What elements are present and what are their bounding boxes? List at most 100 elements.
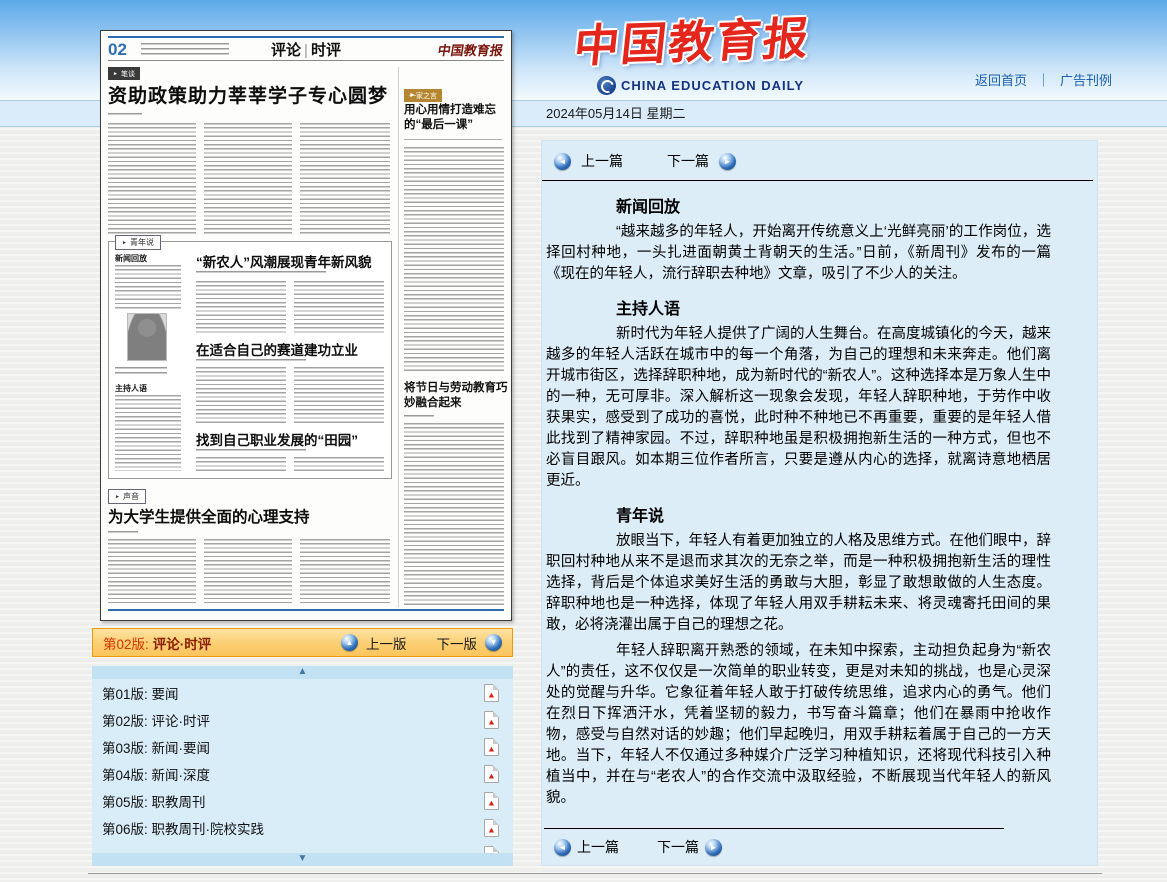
edition-bar: 第02版: 评论·时评 ▲ 上一版 下一版 ▼ bbox=[92, 628, 513, 657]
edition-list-item[interactable]: 第05版: 职教周刊 ▲ bbox=[92, 787, 513, 814]
column-tag-main: ► 笔谈 bbox=[108, 67, 140, 80]
site-logo-subtitle: CHINA EDUCATION DAILY bbox=[621, 78, 804, 93]
next-article-link[interactable]: 下一篇 bbox=[667, 151, 709, 171]
column-tag-main-label: 笔谈 bbox=[121, 69, 135, 79]
scroll-down-strip[interactable]: ▼ bbox=[92, 853, 513, 866]
byline-text-block bbox=[196, 271, 326, 275]
edition-list-item[interactable]: 第06版: 职教周刊·院校实践 ▲ bbox=[92, 814, 513, 841]
quote-text-block bbox=[115, 265, 181, 309]
next-edition-icon[interactable]: ▼ bbox=[485, 634, 502, 651]
site-logo-title: 中国教育报 bbox=[571, 2, 799, 75]
edition-number: 第02版: bbox=[103, 633, 149, 653]
body-text-block bbox=[294, 281, 384, 333]
paper-issue-info-text-block bbox=[141, 43, 229, 56]
edition-list-label[interactable]: 第02版: 评论·时评 bbox=[102, 710, 210, 730]
edition-list-label[interactable]: 第04版: 新闻·深度 bbox=[102, 764, 210, 784]
paper-section-left: 评论 bbox=[271, 42, 301, 59]
article-body: 新闻回放 “越来越多的年轻人，开始离开传统意义上‘光鲜亮丽’的工作岗位，选择回村… bbox=[542, 181, 1097, 809]
article-section-title: 新闻回放 bbox=[616, 193, 1051, 217]
article-nav-bottom: ◄ 上一篇 下一篇 ► bbox=[554, 837, 722, 857]
edition-list-label[interactable]: 第01版: 要闻 bbox=[102, 683, 179, 703]
next-edition-link[interactable]: 下一版 bbox=[437, 633, 478, 653]
body-text-block bbox=[300, 123, 390, 235]
edition-list-item[interactable]: 第01版: 要闻 ▲ bbox=[92, 679, 513, 706]
paper-section-title: 评论|时评 bbox=[231, 39, 381, 60]
pdf-icon[interactable]: ▲ bbox=[484, 684, 499, 702]
next-article-icon[interactable]: ► bbox=[705, 839, 722, 856]
column-tag-youth-label: 青年说 bbox=[130, 237, 154, 248]
host-label: 主持人语 bbox=[115, 383, 147, 394]
paper-top-rule bbox=[108, 36, 504, 38]
body-text-block bbox=[196, 457, 286, 473]
paper-section-right: 时评 bbox=[311, 42, 341, 59]
byline-text-block bbox=[196, 449, 306, 453]
scroll-down-icon: ▼ bbox=[298, 853, 308, 864]
youth-headline-1: “新农人”风潮展现青年新风貌 bbox=[196, 251, 388, 271]
pdf-icon[interactable]: ▲ bbox=[484, 711, 499, 729]
article-paragraph: 放眼当下，年轻人有着更加独立的人格及思维方式。在他们眼中，辞职回村种地从来不是退… bbox=[546, 531, 1051, 636]
next-article-link[interactable]: 下一篇 bbox=[657, 837, 699, 857]
article-section-title: 青年说 bbox=[616, 502, 1051, 526]
edition-list-label[interactable]: 第05版: 职教周刊 bbox=[102, 791, 206, 811]
page-bottom-rule bbox=[88, 873, 1102, 874]
scroll-up-icon: ▲ bbox=[298, 666, 308, 677]
tag-arrow-icon: ► bbox=[115, 494, 120, 500]
edition-list-item[interactable]: 第02版: 评论·时评 ▲ bbox=[92, 706, 513, 733]
edition-list-label[interactable]: 第06版: 职教周刊·院校实践 bbox=[102, 818, 264, 838]
column-tag-youth: ► 青年说 bbox=[115, 235, 161, 250]
byline-text-block bbox=[196, 359, 306, 363]
body-text-block bbox=[196, 367, 286, 423]
body-text-block bbox=[108, 123, 196, 235]
column-divider bbox=[398, 67, 399, 607]
prev-article-link[interactable]: 上一篇 bbox=[577, 837, 619, 857]
column-tag-voice: ► 声音 bbox=[108, 489, 146, 504]
edition-list-label[interactable]: 第03版: 新闻·要闻 bbox=[102, 737, 210, 757]
paper-headline-opinion2: 将节日与劳动教育巧妙融合起来 bbox=[404, 381, 508, 411]
header-links: 返回首页 ｜ 广告刊例 bbox=[975, 70, 1112, 89]
tag-arrow-icon: ► bbox=[122, 240, 127, 246]
ad-rates-link[interactable]: 广告刊例 bbox=[1060, 70, 1112, 89]
edition-list-item[interactable]: 第03版: 新闻·要闻 ▲ bbox=[92, 733, 513, 760]
youth-headline-2: 在适合自己的赛道建功立业 bbox=[196, 339, 388, 359]
body-text-block bbox=[108, 539, 196, 603]
author-name-text-block bbox=[115, 367, 167, 376]
paper-section-separator: | bbox=[301, 42, 311, 59]
prev-article-icon[interactable]: ◄ bbox=[554, 839, 571, 856]
site-logo: 中国教育报 CHINA EDUCATION DAILY bbox=[575, 6, 795, 95]
edition-list-item[interactable]: 第04版: 新闻·深度 ▲ bbox=[92, 760, 513, 787]
news-replay-label: 新闻回放 bbox=[115, 253, 147, 264]
article-nav-top: ◄ 上一篇 下一篇 ► bbox=[542, 141, 1097, 171]
pdf-icon[interactable]: ▲ bbox=[484, 738, 499, 756]
body-text-block bbox=[204, 539, 292, 603]
body-text-block bbox=[115, 395, 181, 471]
next-article-icon[interactable]: ► bbox=[719, 153, 736, 170]
prev-article-icon[interactable]: ◄ bbox=[554, 153, 571, 170]
home-link[interactable]: 返回首页 bbox=[975, 70, 1027, 89]
prev-article-link[interactable]: 上一篇 bbox=[581, 151, 623, 171]
paper-header-rule bbox=[108, 60, 504, 61]
byline-text-block bbox=[108, 113, 142, 118]
pdf-icon[interactable]: ▲ bbox=[484, 819, 499, 837]
body-text-block bbox=[196, 281, 286, 333]
paper-headline-main: 资助政策助力莘莘学子专心圆梦 bbox=[108, 81, 398, 108]
body-text-block bbox=[204, 123, 292, 235]
prev-edition-icon[interactable]: ▲ bbox=[341, 634, 358, 651]
paper-headline-opinion: 用心用情打造难忘的“最后一课” bbox=[404, 103, 508, 133]
column-tag-voice-label: 声音 bbox=[123, 491, 139, 502]
prev-edition-link[interactable]: 上一版 bbox=[366, 633, 407, 653]
logo-globe-icon bbox=[597, 76, 616, 95]
body-text-block bbox=[294, 457, 384, 473]
edition-name: 评论·时评 bbox=[153, 633, 212, 653]
article-section-title: 主持人语 bbox=[616, 295, 1051, 319]
body-text-block bbox=[300, 539, 390, 603]
body-text-block bbox=[404, 147, 504, 373]
pdf-icon[interactable]: ▲ bbox=[484, 765, 499, 783]
pdf-icon[interactable]: ▲ bbox=[484, 792, 499, 810]
body-text-block bbox=[404, 423, 504, 605]
tag-arrow-icon: ► bbox=[409, 92, 416, 99]
paper-bottom-rule bbox=[108, 609, 504, 611]
newspaper-page-preview[interactable]: 02 评论|时评 中国教育报 ► 笔谈 资助政策助力莘莘学子专心圆梦 ► 一家之… bbox=[100, 30, 512, 621]
article-paragraph: “越来越多的年轻人，开始离开传统意义上‘光鲜亮丽’的工作岗位，选择回村种地，一头… bbox=[546, 222, 1051, 285]
scroll-up-strip[interactable]: ▲ bbox=[92, 666, 513, 679]
article-panel: ◄ 上一篇 下一篇 ► 新闻回放 “越来越多的年轻人，开始离开传统意义上‘光鲜亮… bbox=[541, 140, 1098, 866]
